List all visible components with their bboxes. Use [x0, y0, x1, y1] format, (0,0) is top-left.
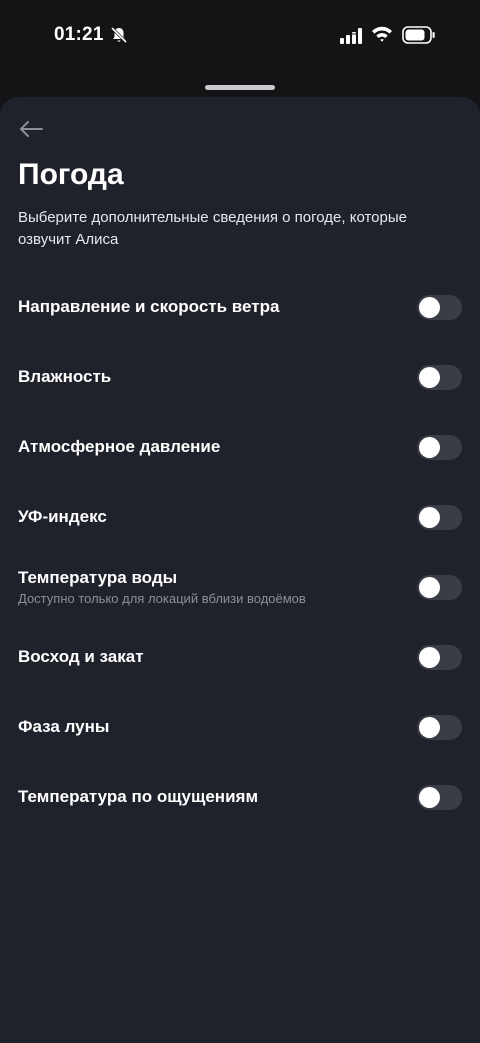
status-time: 01:21	[54, 24, 104, 45]
setting-label: Влажность	[18, 367, 112, 386]
page-title: Погода	[18, 158, 124, 191]
humidity-toggle[interactable]	[417, 365, 462, 390]
pressure-toggle[interactable]	[417, 435, 462, 460]
toggle-knob	[419, 437, 440, 458]
toggle-knob	[419, 297, 440, 318]
setting-row-water-temperature[interactable]: Температура воды Доступно только для лок…	[0, 552, 480, 622]
page-description: Выберите дополнительные сведения о погод…	[18, 209, 407, 248]
bell-muted-icon	[110, 26, 128, 44]
wind-toggle[interactable]	[417, 295, 462, 320]
setting-label: УФ-индекс	[18, 507, 107, 526]
toggle-knob	[419, 787, 440, 808]
sunrise-sunset-toggle[interactable]	[417, 645, 462, 670]
setting-label: Направление и скорость ветра	[18, 297, 280, 316]
uv-index-toggle[interactable]	[417, 505, 462, 530]
toggle-knob	[419, 367, 440, 388]
setting-row-feels-like[interactable]: Температура по ощущениям	[0, 762, 480, 832]
setting-label: Восход и закат	[18, 647, 144, 666]
status-bar: 01:21	[0, 0, 480, 70]
setting-label: Фаза луны	[18, 717, 110, 736]
setting-row-sunrise-sunset[interactable]: Восход и закат	[0, 622, 480, 692]
wifi-icon	[372, 26, 392, 42]
setting-row-wind[interactable]: Направление и скорость ветра	[0, 272, 480, 342]
setting-row-pressure[interactable]: Атмосферное давление	[0, 412, 480, 482]
setting-row-moon-phase[interactable]: Фаза луны	[0, 692, 480, 762]
battery-icon	[402, 26, 435, 44]
setting-sublabel: Доступно только для локаций вблизи водоё…	[18, 590, 306, 606]
toggle-knob	[419, 577, 440, 598]
signal-icon	[340, 28, 362, 44]
settings-list: Направление и скорость ветра Влажность А…	[0, 272, 480, 832]
water-temperature-toggle[interactable]	[417, 575, 462, 600]
setting-label: Температура воды	[18, 567, 178, 587]
back-button[interactable]	[16, 116, 46, 142]
arrow-left-icon	[20, 121, 43, 137]
setting-row-uv-index[interactable]: УФ-индекс	[0, 482, 480, 552]
toggle-knob	[419, 647, 440, 668]
toggle-knob	[419, 507, 440, 528]
moon-phase-toggle[interactable]	[417, 715, 462, 740]
setting-row-humidity[interactable]: Влажность	[0, 342, 480, 412]
toggle-knob	[419, 717, 440, 738]
feels-like-toggle[interactable]	[417, 785, 462, 810]
sheet-grabber[interactable]	[205, 85, 275, 90]
setting-label: Атмосферное давление	[18, 437, 221, 456]
setting-label: Температура по ощущениям	[18, 787, 259, 806]
